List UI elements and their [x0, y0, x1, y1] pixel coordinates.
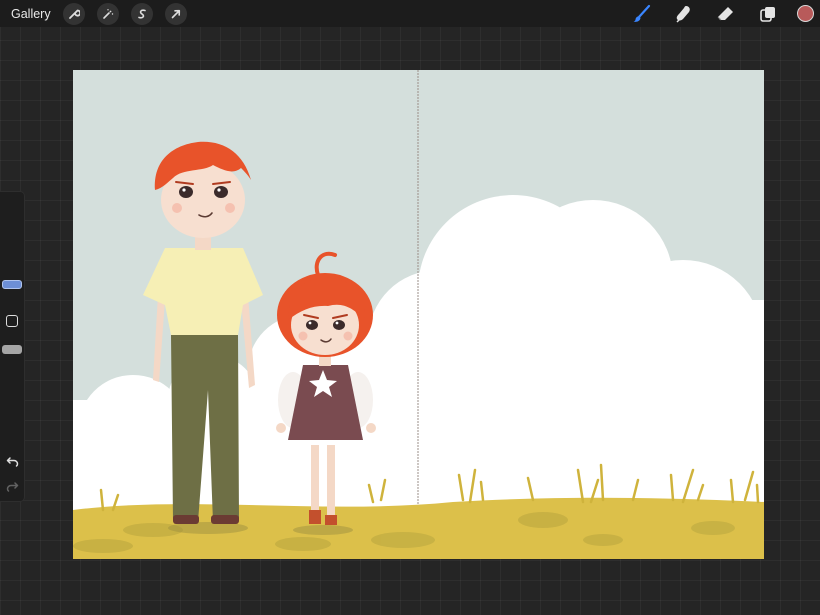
- gallery-button[interactable]: Gallery: [11, 7, 51, 21]
- transform-button[interactable]: [164, 2, 187, 25]
- brush-size-slider[interactable]: [2, 280, 22, 289]
- erase-button[interactable]: [713, 1, 739, 27]
- redo-icon: [6, 481, 18, 492]
- paint-button[interactable]: [629, 1, 655, 27]
- brush-icon: [633, 4, 651, 22]
- selection-button[interactable]: [130, 2, 153, 25]
- undo-icon: [6, 456, 18, 467]
- magic-wand-icon: [102, 8, 113, 19]
- layers-icon: [760, 6, 775, 22]
- modify-button[interactable]: [6, 315, 18, 327]
- selection-icon: [137, 8, 146, 19]
- top-toolbar: Gallery: [0, 0, 820, 27]
- smudge-button[interactable]: [671, 1, 697, 27]
- tool-group: [613, 0, 820, 27]
- redo-button[interactable]: [5, 479, 19, 493]
- eraser-icon: [717, 6, 733, 20]
- undo-button[interactable]: [5, 454, 19, 468]
- layers-button[interactable]: [755, 1, 781, 27]
- adjustments-button[interactable]: [96, 2, 119, 25]
- artwork-illustration: [73, 70, 764, 559]
- brush-sidebar: [0, 191, 25, 502]
- color-swatch-button[interactable]: [797, 5, 814, 22]
- drawing-canvas[interactable]: [73, 70, 764, 559]
- smudge-icon: [676, 5, 690, 23]
- brush-opacity-slider[interactable]: [2, 345, 22, 354]
- wrench-icon: [68, 9, 80, 19]
- actions-button[interactable]: [62, 2, 85, 25]
- transform-arrow-icon: [171, 9, 180, 18]
